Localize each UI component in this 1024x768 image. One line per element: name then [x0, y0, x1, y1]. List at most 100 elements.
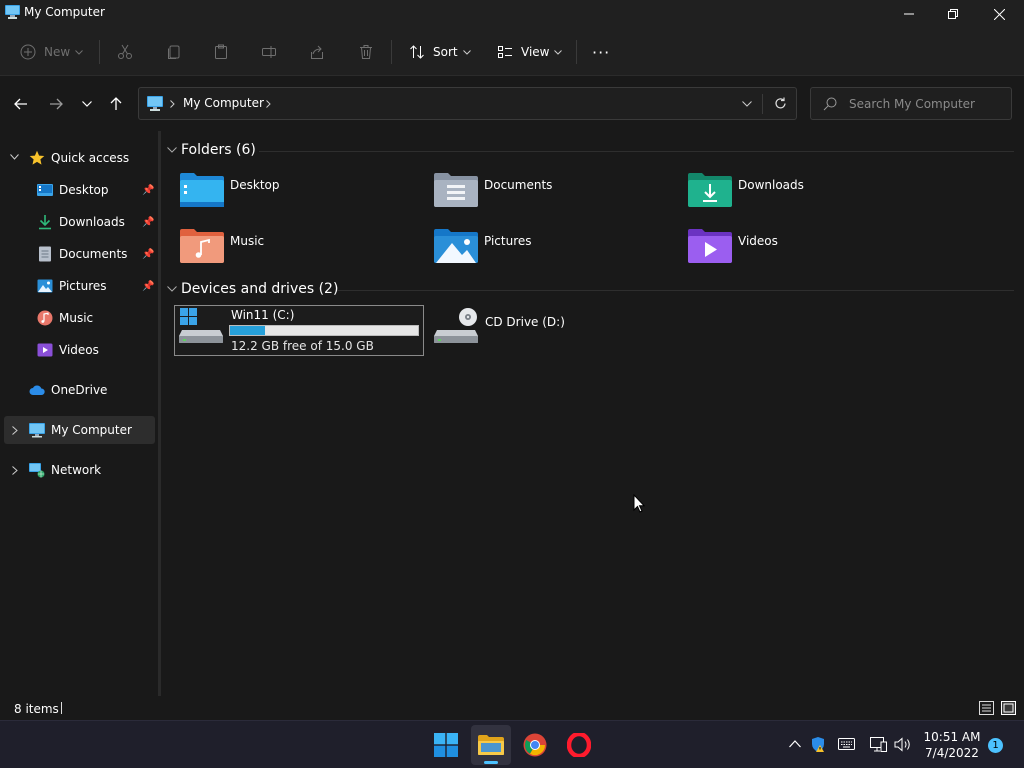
sidebar-item-desktop[interactable]: Desktop 📌 [0, 176, 155, 204]
search-input[interactable] [849, 95, 999, 113]
notification-badge[interactable]: 1 [988, 738, 1003, 753]
title-bar: My Computer [0, 0, 1024, 28]
sidebar-item-music[interactable]: Music [0, 304, 155, 332]
toolbar-divider [576, 40, 577, 64]
address-divider [762, 94, 763, 114]
recent-locations-button[interactable] [77, 96, 97, 112]
network-status-icon[interactable] [870, 737, 887, 752]
group-divider [337, 290, 1014, 291]
address-bar[interactable]: My Computer [138, 87, 797, 120]
sort-button[interactable]: Sort [409, 40, 471, 64]
tiles-view-icon[interactable] [1001, 701, 1016, 715]
sidebar-item-pictures[interactable]: Pictures 📌 [0, 272, 155, 300]
plus-circle-icon [20, 44, 36, 60]
pictures-folder-icon [434, 229, 478, 263]
navigation-pane: Quick access Desktop 📌 Downloads 📌 Docum… [0, 131, 158, 696]
status-divider [61, 702, 62, 714]
sidebar-item-documents[interactable]: Documents 📌 [0, 240, 155, 268]
restore-icon [948, 9, 958, 19]
file-explorer-icon [478, 735, 504, 755]
pin-icon[interactable]: 📌 [142, 249, 154, 260]
sidebar-item-label: My Computer [51, 423, 132, 437]
file-view: Folders (6) Desktop Documents Downloads [161, 131, 1024, 696]
volume-icon[interactable] [894, 737, 912, 752]
rename-icon [262, 46, 276, 58]
taskbar-file-explorer[interactable] [471, 725, 511, 765]
drive-usage-bar [229, 325, 419, 336]
view-button[interactable]: View [497, 40, 563, 64]
more-options-button[interactable]: ··· [592, 40, 610, 64]
restore-button[interactable] [930, 0, 976, 28]
folder-name: Music [230, 234, 265, 248]
folder-documents[interactable]: Documents [434, 171, 674, 215]
sidebar-item-my-computer[interactable]: My Computer [4, 416, 155, 444]
taskbar-clock[interactable]: 10:51 AM 7/4/2022 [920, 729, 984, 761]
folder-name: Pictures [484, 234, 532, 248]
folder-music[interactable]: Music [180, 227, 420, 271]
copy-button[interactable] [166, 40, 182, 64]
more-dots-icon: ··· [592, 42, 611, 62]
chevron-right-icon[interactable] [266, 100, 271, 108]
trash-icon [360, 45, 372, 59]
taskbar-chrome[interactable] [515, 725, 555, 765]
start-button[interactable] [426, 725, 466, 765]
clock-time: 10:51 AM [923, 730, 981, 744]
new-button[interactable]: New [20, 40, 84, 64]
back-button[interactable] [11, 96, 31, 112]
folder-pictures[interactable]: Pictures [434, 227, 674, 271]
chevron-up-icon[interactable] [789, 740, 801, 748]
group-divider [259, 151, 1014, 152]
sort-icon [410, 45, 424, 59]
download-icon [39, 215, 51, 230]
sidebar-item-videos[interactable]: Videos [0, 336, 155, 364]
chevron-right-icon[interactable] [12, 426, 18, 435]
delete-button[interactable] [358, 40, 374, 64]
status-bar: 8 items [0, 696, 1024, 720]
folder-downloads[interactable]: Downloads [688, 171, 928, 215]
rename-button[interactable] [261, 40, 277, 64]
taskbar-opera[interactable] [559, 725, 599, 765]
refresh-icon[interactable] [774, 97, 787, 110]
chevron-down-icon[interactable] [10, 154, 19, 160]
arrow-left-icon [14, 98, 27, 110]
drives-group-header[interactable]: Devices and drives (2) [181, 281, 338, 297]
sidebar-item-network[interactable]: Network [0, 456, 155, 484]
sort-label: Sort [433, 45, 458, 59]
details-view-icon[interactable] [979, 701, 994, 715]
sidebar-item-onedrive[interactable]: OneDrive [0, 376, 155, 404]
security-shield-icon[interactable] [811, 736, 827, 753]
pin-icon[interactable]: 📌 [142, 281, 154, 292]
close-button[interactable] [976, 0, 1022, 28]
share-button[interactable] [309, 40, 325, 64]
breadcrumb-my-computer[interactable]: My Computer [183, 96, 264, 110]
forward-button[interactable] [46, 96, 66, 112]
folder-desktop[interactable]: Desktop [180, 171, 420, 215]
search-box[interactable] [810, 87, 1012, 120]
drive-usage-fill [230, 326, 266, 335]
windows-logo-icon [434, 733, 458, 757]
sidebar-item-label: Music [59, 311, 94, 325]
paste-button[interactable] [213, 40, 229, 64]
folders-group-header[interactable]: Folders (6) [181, 142, 256, 158]
music-folder-icon [180, 229, 224, 263]
chevron-down-icon[interactable] [167, 286, 177, 292]
sidebar-item-quick-access[interactable]: Quick access [0, 144, 155, 172]
chevron-down-icon[interactable] [167, 147, 177, 153]
sidebar-item-label: Documents [59, 247, 128, 261]
pin-icon[interactable]: 📌 [142, 217, 154, 228]
keyboard-icon[interactable] [838, 738, 855, 750]
opera-icon [567, 733, 591, 757]
drive-d[interactable]: CD Drive (D:) [432, 305, 682, 356]
search-icon [823, 97, 837, 111]
cut-button[interactable] [117, 40, 133, 64]
cd-drive-icon [434, 308, 478, 343]
minimize-button[interactable] [886, 0, 932, 28]
folder-videos[interactable]: Videos [688, 227, 928, 271]
pin-icon[interactable]: 📌 [142, 185, 154, 196]
up-button[interactable] [106, 96, 126, 112]
toolbar-divider [391, 40, 392, 64]
sidebar-item-downloads[interactable]: Downloads 📌 [0, 208, 155, 236]
command-bar: New Sort View ··· [0, 28, 1024, 76]
chevron-down-icon[interactable] [742, 101, 752, 107]
chevron-right-icon[interactable] [12, 466, 18, 475]
